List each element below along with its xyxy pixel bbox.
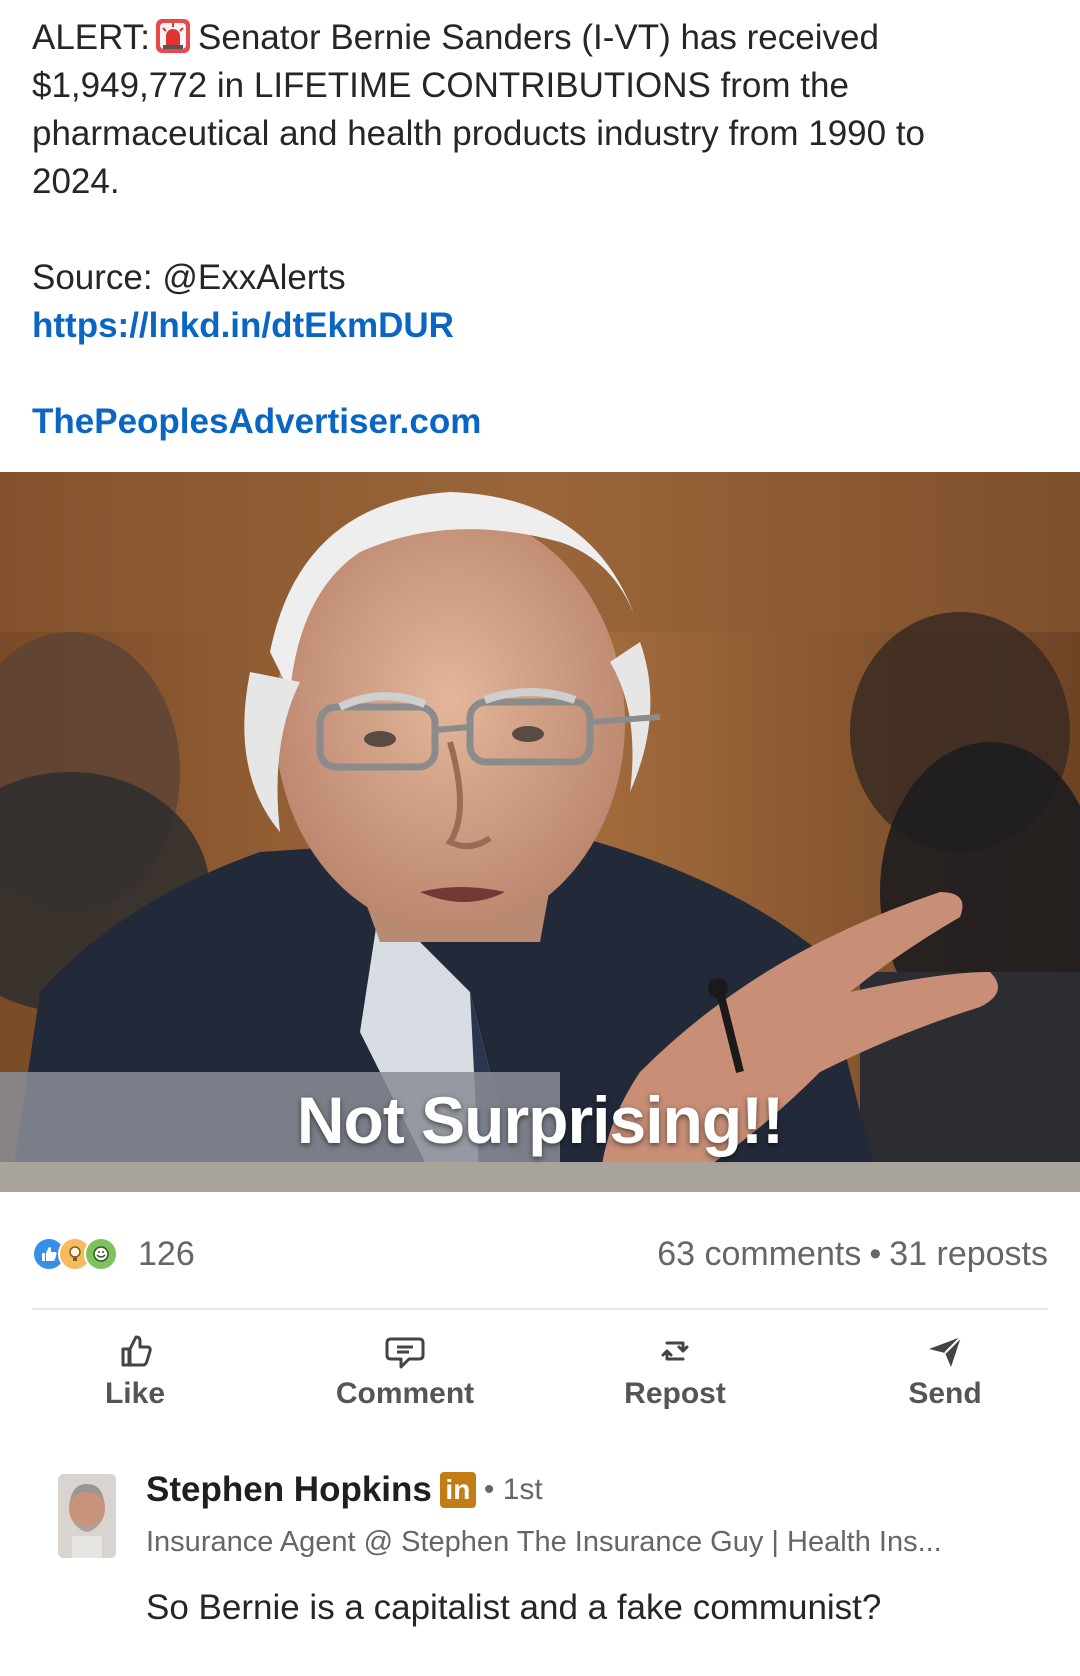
- comment-text: So Bernie is a capitalist and a fake com…: [146, 1588, 882, 1627]
- post-line-3: pharmaceutical and health products indus…: [32, 114, 926, 153]
- avatar[interactable]: [58, 1474, 116, 1558]
- alert-prefix: ALERT:: [32, 18, 151, 57]
- post-line-4: 2024.: [32, 162, 120, 201]
- post-text: ALERT: Senator Bernie Sanders (I-VT) has …: [32, 14, 1042, 446]
- short-link[interactable]: https://lnkd.in/dtEkmDUR: [32, 302, 1042, 350]
- repost-icon: [661, 1341, 689, 1361]
- comment-item: Stephen Hopkins in • 1st Insurance Agent…: [0, 1470, 1080, 1670]
- post-line-2: $1,949,772 in LIFETIME CONTRIBUTIONS fro…: [32, 66, 849, 105]
- source-label: Source: @ExxAlerts: [32, 258, 346, 297]
- thumbs-up-icon: [121, 1335, 152, 1367]
- comment-label: Comment: [335, 1377, 475, 1410]
- post-line-1: ALERT: Senator Bernie Sanders (I-VT) has …: [32, 14, 1042, 62]
- comment-icon: [385, 1337, 425, 1369]
- senator-photo: [0, 472, 1080, 1192]
- funny-icon: [84, 1237, 118, 1271]
- reactions-summary[interactable]: 126: [32, 1235, 195, 1274]
- website-link[interactable]: ThePeoplesAdvertiser.com: [32, 398, 1042, 446]
- comment-author-row: Stephen Hopkins in • 1st: [146, 1470, 543, 1510]
- post-image[interactable]: Not Surprising!!: [0, 472, 1080, 1192]
- stats-separator: •: [869, 1234, 882, 1273]
- linkedin-premium-badge: in: [439, 1472, 476, 1508]
- action-bar: Like Comment Repost Send: [0, 1320, 1080, 1420]
- like-button[interactable]: Like: [0, 1320, 270, 1420]
- send-button[interactable]: Send: [810, 1320, 1080, 1420]
- repost-button[interactable]: Repost: [540, 1320, 810, 1420]
- comments-count[interactable]: 63 comments: [657, 1235, 861, 1274]
- comment-button[interactable]: Comment: [270, 1320, 540, 1420]
- send-icon: [929, 1336, 962, 1367]
- comment-author[interactable]: Stephen Hopkins: [146, 1470, 432, 1510]
- comment-author-headline: Insurance Agent @ Stephen The Insurance …: [146, 1526, 942, 1558]
- like-label: Like: [104, 1377, 166, 1410]
- siren-icon: [154, 17, 192, 55]
- connection-degree: • 1st: [483, 1473, 543, 1506]
- comment-repost-counts: 63 comments • 31 reposts: [657, 1235, 1048, 1274]
- divider: [32, 1308, 1048, 1310]
- send-label: Send: [908, 1377, 982, 1410]
- social-counts: 126 63 comments • 31 reposts: [32, 1228, 1048, 1280]
- reaction-count: 126: [138, 1234, 195, 1273]
- alert-body-line1: Senator Bernie Sanders (I-VT) has receiv…: [198, 18, 879, 57]
- reaction-icons: [32, 1237, 118, 1271]
- reposts-count[interactable]: 31 reposts: [889, 1235, 1048, 1274]
- repost-label: Repost: [624, 1377, 726, 1410]
